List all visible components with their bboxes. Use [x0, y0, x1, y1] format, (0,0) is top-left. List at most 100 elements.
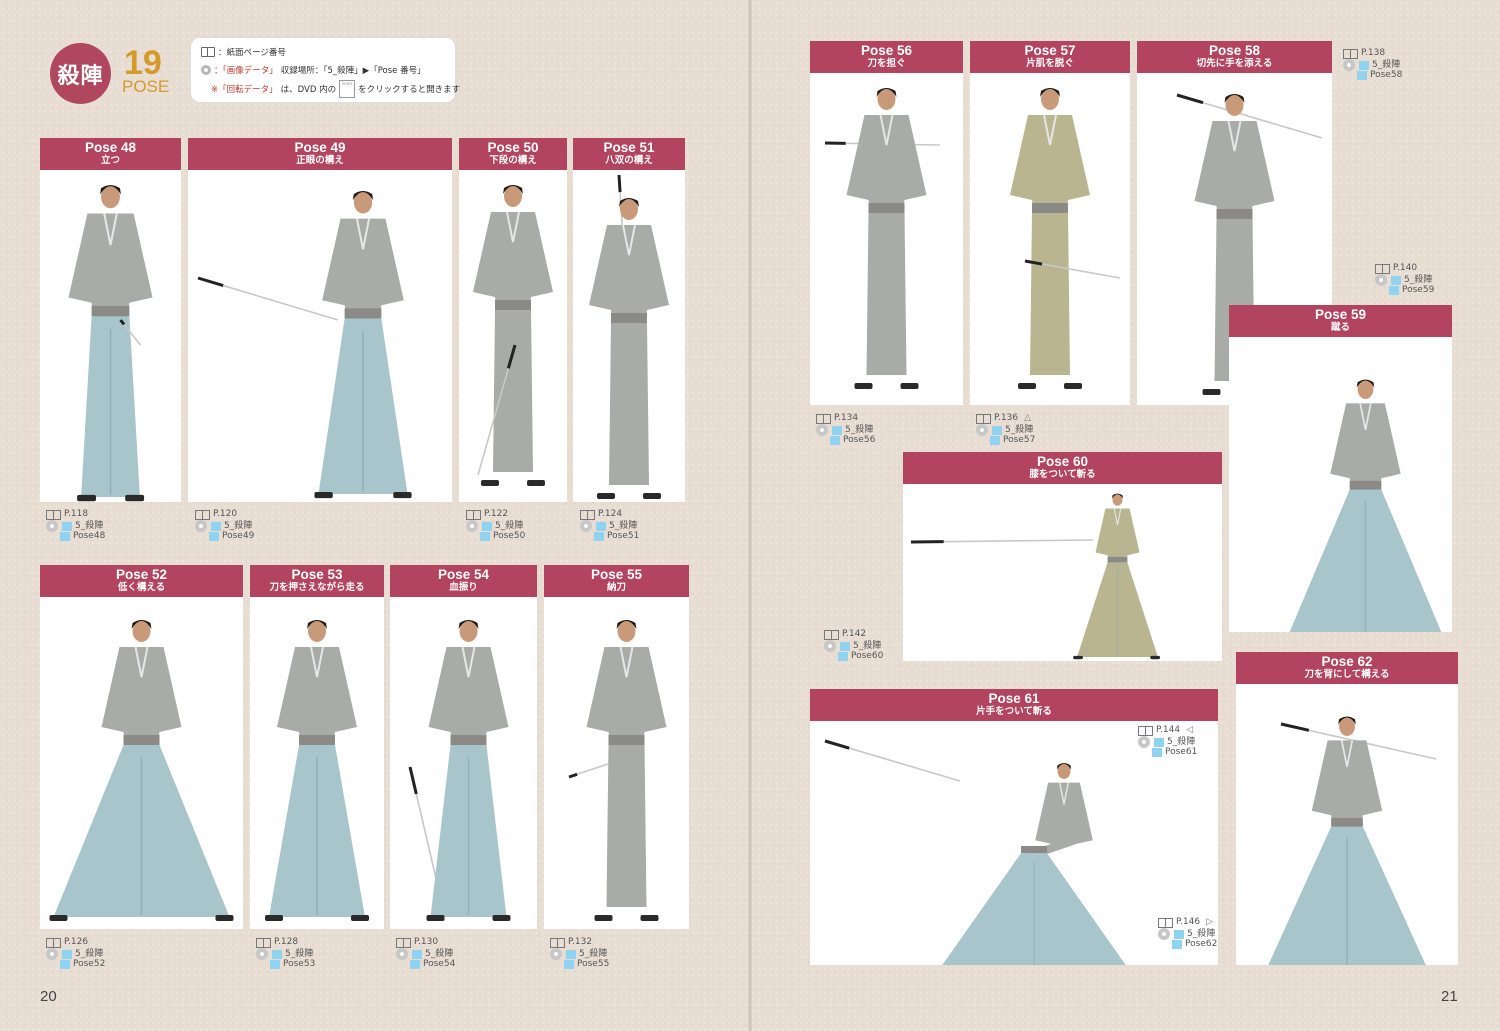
pose-reference-55: P.132 5_殺陣 Pose55: [550, 937, 640, 971]
pose-reference-57: P.136 △ 5_殺陣 Pose57: [976, 413, 1066, 447]
page-gutter: [748, 0, 752, 1031]
book-icon: [1158, 917, 1173, 928]
folder-color-icon: [211, 521, 221, 531]
chapter-badge: 殺陣: [50, 43, 111, 104]
file-color-icon: [1172, 940, 1182, 949]
legend-row-image: ：「画像データ」 収録場所：「5_殺陣」▶「Pose 番号」: [201, 64, 426, 76]
pose-card-50: Pose 50 下段の構え: [459, 138, 567, 502]
pose-subtitle: 刀を背にして構える: [1304, 669, 1390, 680]
chapter-pose-word: POSE: [122, 77, 170, 96]
book-icon: [824, 629, 839, 640]
pose-reference-51: P.124 5_殺陣 Pose51: [580, 509, 670, 543]
pose-photo: [473, 185, 553, 486]
folder-name: 5_殺陣: [495, 520, 524, 531]
page-number-left: 20: [40, 988, 57, 1005]
page-ref: P.136: [994, 413, 1019, 423]
file-color-icon: [838, 652, 848, 661]
file-color-icon: [60, 532, 70, 541]
folder-color-icon: [566, 949, 576, 959]
pose-title: Pose 60: [1036, 454, 1089, 469]
file-color-icon: [480, 532, 490, 541]
page-ref: P.128: [274, 937, 299, 947]
folder-color-icon: [1391, 275, 1401, 285]
pose-photo: [568, 620, 667, 921]
file-name: Pose58: [1370, 70, 1403, 80]
file-name: Pose57: [1003, 435, 1036, 445]
pose-card-53: Pose 53 刀を押さえながら走る: [250, 565, 384, 929]
pose-title: Pose 61: [988, 691, 1040, 706]
file-color-icon: [1357, 71, 1367, 80]
page-ref-row: P.146 ▷: [1158, 917, 1213, 928]
pose-subtitle: 刀を担ぐ: [867, 58, 906, 69]
file-color-icon: [594, 532, 604, 541]
index-icon: index: [339, 80, 356, 98]
pose-reference-59: P.140 5_殺陣 Pose59: [1375, 263, 1465, 297]
file-row: Pose59: [1389, 285, 1434, 296]
pose-subtitle: 下段の構え: [489, 155, 537, 166]
file-color-icon: [209, 532, 219, 541]
disc-icon: [550, 948, 562, 960]
pose-photo: [408, 620, 511, 921]
pose-card-56: Pose 56 刀を担ぐ: [810, 41, 963, 405]
pose-title: Pose 62: [1321, 654, 1373, 669]
page-ref: P.130: [414, 937, 439, 947]
disc-icon: [466, 520, 478, 532]
pose-title: Pose 48: [84, 140, 137, 155]
pose-reference-54: P.130 5_殺陣 Pose54: [396, 937, 486, 971]
pose-subtitle: 正眼の構え: [296, 155, 344, 166]
pose-subtitle: 片手をついて斬る: [976, 706, 1052, 717]
file-row: Pose62: [1172, 939, 1217, 950]
page-ref-row: P.128: [256, 937, 304, 948]
page-ref: P.146: [1176, 917, 1201, 927]
pose-header: Pose 53 刀を押さえながら走る: [250, 565, 384, 597]
file-name: Pose51: [607, 531, 640, 541]
pose-photo: [49, 620, 234, 921]
pose-reference-52: P.126 5_殺陣 Pose52: [46, 937, 136, 971]
pose-card-54: Pose 54 血振り: [390, 565, 537, 929]
folder-name: 5_殺陣: [853, 640, 882, 651]
pose-subtitle: 低く構える: [117, 582, 166, 593]
legend-page-text: ：紙面ページ番号: [218, 48, 286, 58]
folder-color-icon: [992, 425, 1002, 435]
legend-box: ：紙面ページ番号 ：「画像データ」 収録場所：「5_殺陣」▶「Pose 番号」 …: [191, 38, 460, 102]
page-ref: P.122: [484, 509, 509, 519]
pose-reference-48: P.118 5_殺陣 Pose48: [46, 509, 136, 543]
pose-subtitle: 八双の構え: [605, 155, 653, 166]
pose-card-52: Pose 52 低く構える: [40, 565, 243, 929]
chapter-number: 19: [124, 44, 162, 82]
folder-color-icon: [1154, 737, 1164, 747]
legend-image-text: 収録場所：「5_殺陣」▶「Pose 番号」: [280, 66, 426, 76]
page-ref: P.134: [834, 413, 859, 423]
folder-color-icon: [832, 425, 842, 435]
pose-subtitle: 片肌を脱ぐ: [1026, 58, 1074, 69]
file-color-icon: [1152, 748, 1162, 757]
pose-subtitle: 膝をついて斬る: [1029, 469, 1096, 480]
file-row: Pose60: [838, 651, 883, 662]
file-name: Pose59: [1402, 285, 1435, 295]
pose-title: Pose 54: [437, 567, 490, 582]
file-row: Pose55: [564, 959, 609, 970]
pose-reference-58: P.138 5_殺陣 Pose58: [1343, 48, 1433, 82]
pose-photo: [265, 620, 369, 921]
disc-icon: [1138, 736, 1150, 748]
disc-icon: [396, 948, 408, 960]
book-icon: [1343, 48, 1358, 59]
disc-icon: [1375, 274, 1387, 286]
pose-subtitle: 切先に手を添える: [1196, 58, 1273, 69]
file-name: Pose60: [851, 651, 884, 661]
rotation-arrow-icon: ▷: [1206, 917, 1213, 927]
page-ref: P.138: [1361, 48, 1386, 58]
page-ref-row: P.122: [466, 509, 514, 520]
pose-title: Pose 58: [1208, 43, 1261, 58]
folder-color-icon: [62, 949, 72, 959]
pose-card-60: Pose 60 膝をついて斬る: [903, 452, 1222, 661]
page-ref: P.120: [213, 509, 238, 519]
pose-reference-62: P.146 ▷ 5_殺陣 Pose62: [1158, 917, 1248, 951]
pose-subtitle: 立つ: [100, 155, 120, 166]
file-color-icon: [990, 436, 1000, 445]
pose-title: Pose 56: [860, 43, 913, 58]
page-ref-row: P.134: [816, 413, 864, 424]
file-row: Pose54: [410, 959, 455, 970]
file-name: Pose49: [222, 531, 255, 541]
page-ref-row: P.130: [396, 937, 444, 948]
